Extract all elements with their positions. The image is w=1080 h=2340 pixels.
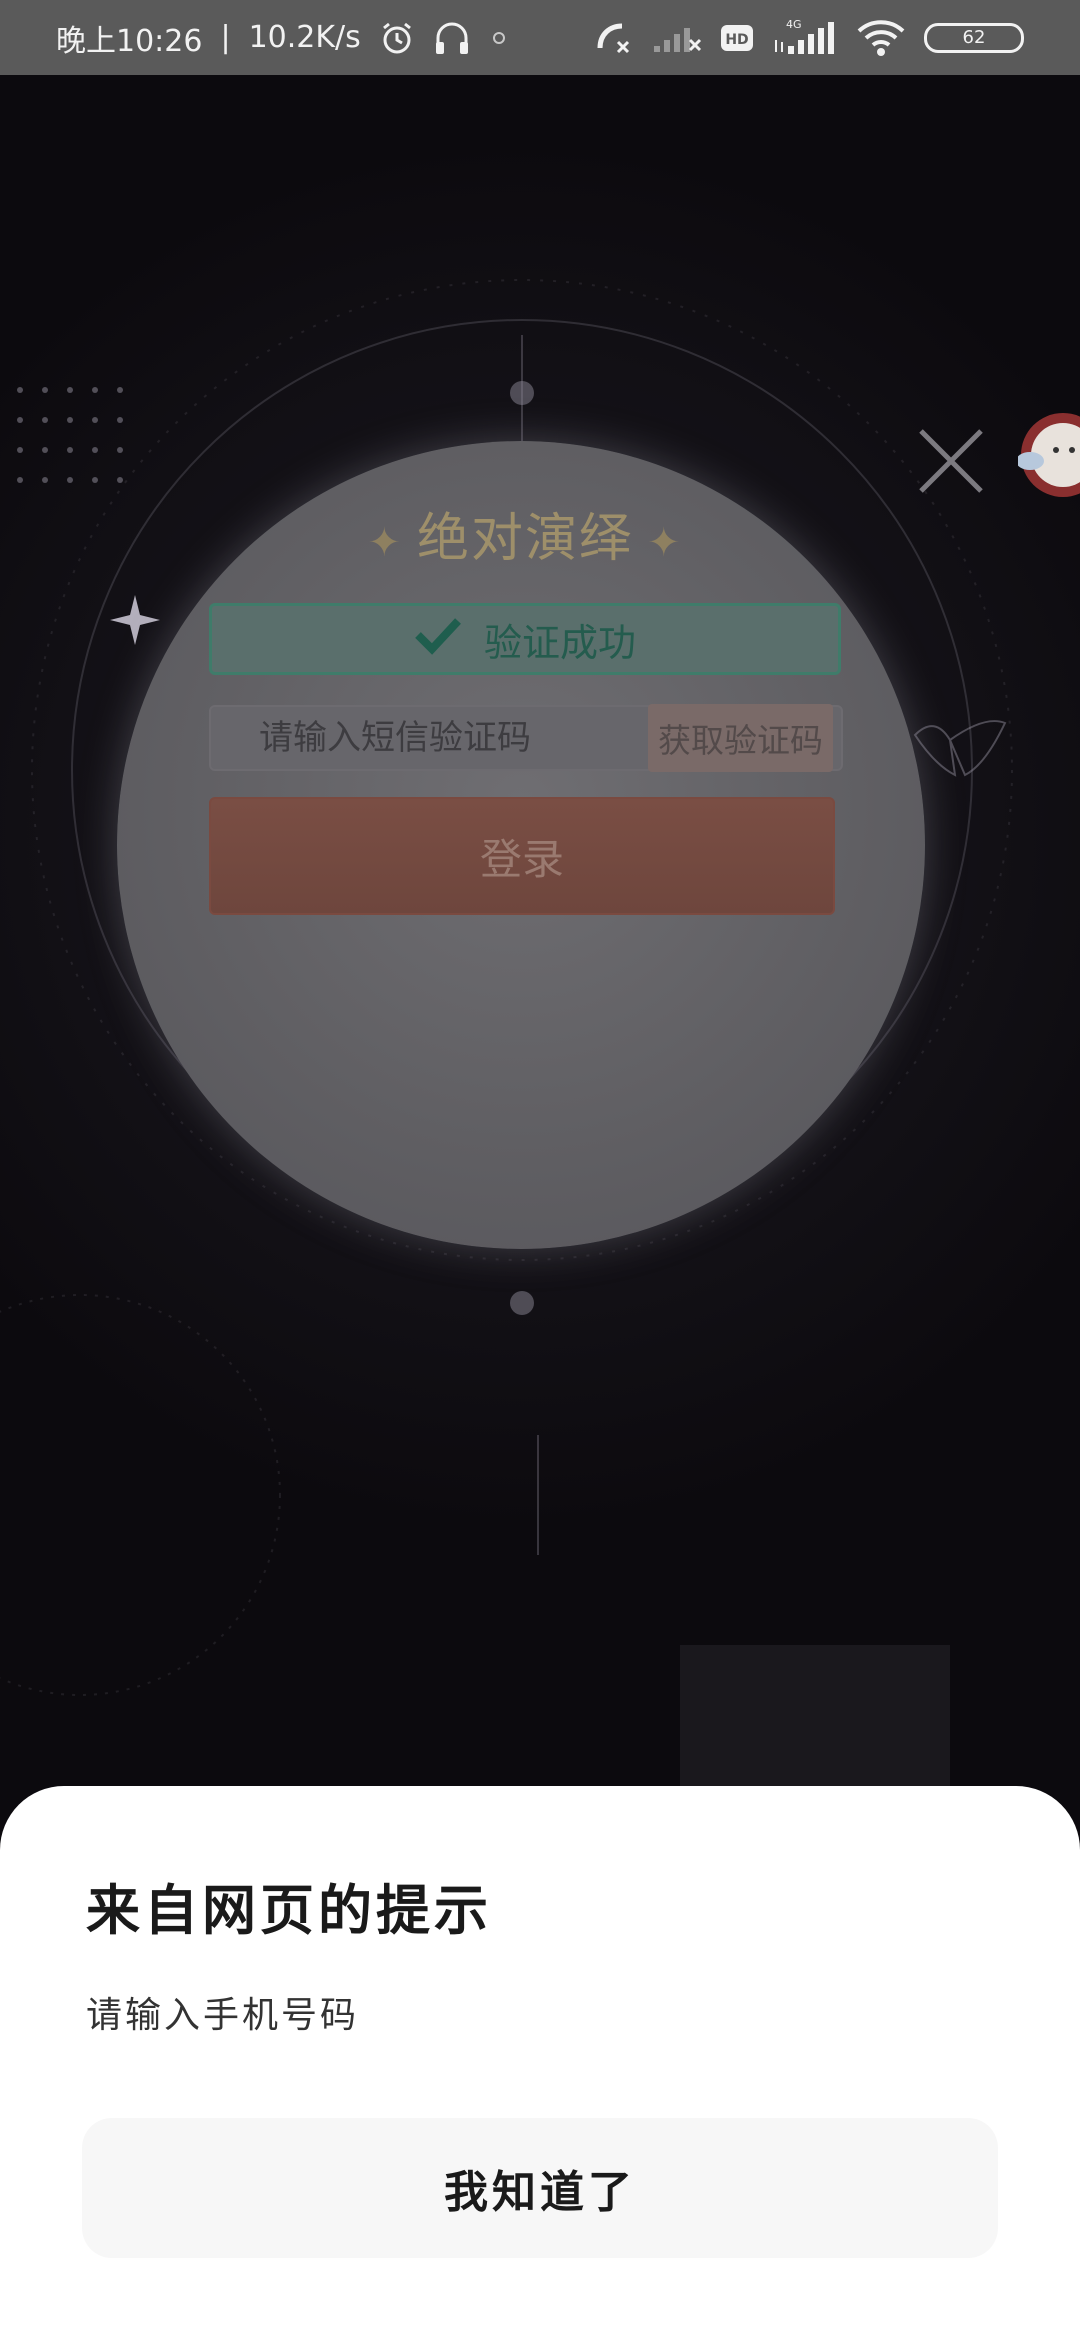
- mascot-icon[interactable]: [1016, 395, 1080, 525]
- dialog-title: 来自网页的提示: [86, 1878, 492, 1942]
- sparkle-left-icon: ✦: [367, 520, 403, 566]
- page-title: ✦ 绝对演绎 ✦: [0, 496, 1050, 571]
- sms-code-row: 获取验证码: [209, 704, 843, 772]
- status-left: 晚上10:26 | 10.2K/s: [56, 16, 509, 60]
- battery-indicator: 62: [924, 22, 1024, 53]
- confirm-button-label: 我知道了: [444, 2167, 636, 2218]
- captcha-verified-bar: 验证成功: [209, 603, 841, 675]
- signal-weak-icon: [652, 22, 702, 54]
- login-button[interactable]: 登录: [209, 797, 835, 915]
- login-button-label: 登录: [479, 834, 564, 884]
- hd-icon: HD: [720, 23, 754, 53]
- wifi-icon: [856, 19, 906, 57]
- title-text: 绝对演绎: [416, 509, 633, 569]
- status-right: HD 4G 62: [594, 18, 1024, 58]
- svg-text:4G: 4G: [786, 18, 802, 31]
- signal-4g-icon: 4G: [772, 18, 838, 58]
- status-time: 晚上10:26: [56, 23, 203, 59]
- headphones-icon: [433, 20, 471, 56]
- alert-dialog: 来自网页的提示 请输入手机号码 我知道了: [0, 1786, 1080, 2340]
- status-divider: |: [220, 20, 231, 55]
- svg-text:HD: HD: [725, 32, 748, 48]
- status-net-speed: 10.2K/s: [248, 20, 361, 55]
- notification-icon: [489, 26, 509, 50]
- checkmark-icon: [414, 615, 462, 664]
- alarm-icon: [379, 20, 415, 56]
- dialog-message: 请输入手机号码: [86, 1995, 360, 2036]
- confirm-button[interactable]: 我知道了: [82, 2118, 998, 2258]
- status-bar: 晚上10:26 | 10.2K/s HD 4G 62: [0, 0, 1080, 75]
- call-blocked-icon: [594, 20, 634, 56]
- sparkle-right-icon: ✦: [647, 520, 683, 566]
- close-icon[interactable]: [915, 425, 987, 497]
- battery-level: 62: [962, 27, 986, 48]
- verify-status-text: 验证成功: [483, 620, 636, 665]
- get-code-button[interactable]: 获取验证码: [648, 704, 833, 772]
- sms-code-input[interactable]: [257, 717, 641, 759]
